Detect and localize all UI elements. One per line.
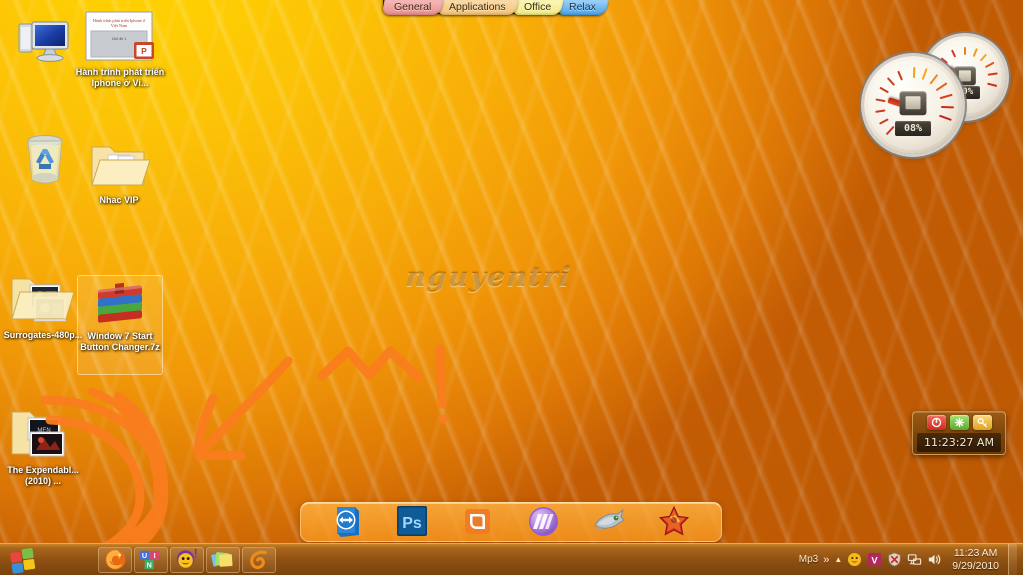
dock-item-star-app[interactable] — [657, 505, 691, 539]
tab-relax-label: Relax — [569, 1, 597, 13]
winrar-archive-icon — [78, 276, 162, 328]
tab-general-label: General — [394, 1, 432, 13]
start-button[interactable] — [5, 545, 45, 575]
dock-item-vmware[interactable] — [461, 505, 495, 539]
tab-general[interactable]: General — [381, 0, 444, 15]
tray-mp3-label[interactable]: Mp3 — [799, 554, 818, 565]
svg-text:V: V — [872, 555, 879, 565]
teamviewer-icon — [336, 507, 359, 537]
desktop-icon-surrogates-label: Surrogates-480p... — [3, 330, 83, 340]
taskbar-item-firefox[interactable] — [98, 546, 132, 573]
tray-icon-volume[interactable] — [927, 552, 942, 567]
start-orb-icon — [10, 547, 36, 574]
svg-text:U: U — [142, 551, 147, 560]
tab-relax[interactable]: Relax — [556, 0, 609, 15]
tray-icon-yahoo[interactable] — [847, 552, 862, 567]
desktop-icon-iphone-pptx-label: Hành trình phát triển Iphone ở Vi... — [75, 67, 165, 88]
desktop-icon-start-button-changer-label: Window 7 Start Button Changer.7z — [80, 331, 160, 352]
svg-text:N: N — [147, 560, 152, 569]
dock-item-photoshop[interactable]: Ps — [396, 505, 430, 539]
svg-text:Việt Nam: Việt Nam — [111, 23, 128, 28]
desktop-icon-start-button-changer[interactable]: Window 7 Start Button Changer.7z — [77, 275, 163, 375]
taskbar-item-notes[interactable] — [206, 546, 240, 573]
dock-item-media-player[interactable] — [527, 505, 561, 539]
asterisk-icon — [954, 417, 964, 428]
taskbar-clock[interactable]: 11:23 AM 9/29/2010 — [947, 547, 999, 573]
tray-show-hidden-icon[interactable]: ▲ — [834, 555, 842, 564]
desktop-icon-nhac-vip-label: Nhac VIP — [99, 195, 139, 205]
vmware-icon — [465, 509, 491, 534]
clock-widget-time: 11:23:27 AM — [917, 433, 1001, 452]
application-dock: Ps — [300, 502, 722, 542]
tray-icon-antivirus[interactable] — [887, 552, 902, 567]
taskbar-clock-time: 11:23 AM — [953, 546, 998, 559]
taskbar-item-orange-app[interactable] — [242, 546, 276, 573]
v-letter-icon: V — [868, 552, 882, 567]
powerpoint-document-icon: Hành trình phát triển Iphone ở Việt Nam … — [74, 11, 166, 64]
shield-icon — [888, 552, 901, 567]
tab-office-label: Office — [523, 1, 552, 13]
desktop-icon-surrogates[interactable]: Surrogates-480p... — [0, 275, 86, 341]
folder-with-thumbnails-icon: MEN — [0, 410, 86, 462]
svg-text:I: I — [154, 551, 156, 560]
taskbar: U I N ! Mp3 » ▲ V 11:23 AM 9/29/2010 — [0, 543, 1023, 575]
svg-text:Ps: Ps — [402, 515, 422, 532]
tray-icon-v[interactable]: V — [867, 552, 882, 567]
yahoo-messenger-icon: ! — [176, 549, 198, 568]
red-star-icon — [659, 505, 690, 536]
tab-applications[interactable]: Applications — [436, 0, 519, 15]
sticky-notes-icon — [211, 551, 233, 567]
key-button[interactable] — [972, 415, 992, 430]
cpu-gauge-face: 08% — [868, 60, 958, 150]
power-icon — [931, 417, 941, 428]
folder-icon — [76, 140, 162, 192]
yahoo-smiley-icon — [848, 552, 862, 567]
top-tab-bar: General Applications Office Relax — [381, 0, 609, 16]
purple-disc-icon — [528, 507, 558, 536]
desktop-watermark: nguyentri — [404, 262, 574, 293]
desktop-icon-nhac-vip[interactable]: Nhac VIP — [76, 140, 162, 206]
cpu-gauge[interactable]: 08% — [864, 56, 962, 154]
shark-icon — [594, 508, 625, 531]
key-icon — [977, 418, 987, 428]
svg-text:Chủ đề 1: Chủ đề 1 — [112, 37, 127, 41]
taskbar-item-unikey[interactable]: U I N — [134, 546, 168, 573]
photoshop-icon: Ps — [396, 506, 427, 536]
taskbar-item-yahoo-messenger[interactable]: ! — [170, 546, 204, 573]
tab-applications-label: Applications — [449, 1, 506, 13]
svg-text:P: P — [141, 46, 147, 56]
desktop-icon-the-expendables-label: The Expendabl...(2010) ... — [7, 465, 79, 486]
clock-widget-buttons — [913, 412, 1005, 432]
orange-swirl-icon — [250, 550, 267, 569]
tray-overflow-chevron[interactable]: » — [823, 554, 829, 566]
quick-launch-bar: U I N ! — [97, 546, 277, 573]
firefox-icon — [104, 549, 126, 570]
dock-item-shark-app[interactable] — [592, 505, 626, 539]
svg-text:!: ! — [194, 549, 198, 561]
desktop-icon-iphone-pptx[interactable]: Hành trình phát triển Iphone ở Việt Nam … — [74, 11, 166, 88]
cpu-chip-icon — [899, 91, 927, 115]
network-icon — [908, 554, 922, 565]
cpu-gauge-value: 08% — [895, 121, 931, 136]
folder-with-thumbnails-icon — [0, 275, 86, 327]
speaker-icon — [929, 554, 941, 565]
unikey-icon: U I N — [140, 550, 160, 569]
system-monitor-widget: 30% 08% — [864, 36, 1016, 154]
show-desktop-button[interactable] — [1008, 543, 1017, 575]
system-tray: Mp3 » ▲ V 11:23 AM 9/29/2010 — [799, 543, 1023, 575]
tab-office[interactable]: Office — [511, 0, 564, 15]
desktop-clock-widget[interactable]: 11:23:27 AM — [912, 411, 1006, 455]
tray-icon-network[interactable] — [907, 552, 922, 567]
settings-button[interactable] — [949, 415, 969, 430]
desktop-icon-the-expendables[interactable]: MEN The Expendabl...(2010) ... — [0, 410, 86, 486]
dock-item-teamviewer[interactable] — [331, 505, 365, 539]
taskbar-clock-date: 9/29/2010 — [952, 559, 999, 572]
power-button[interactable] — [926, 415, 946, 430]
